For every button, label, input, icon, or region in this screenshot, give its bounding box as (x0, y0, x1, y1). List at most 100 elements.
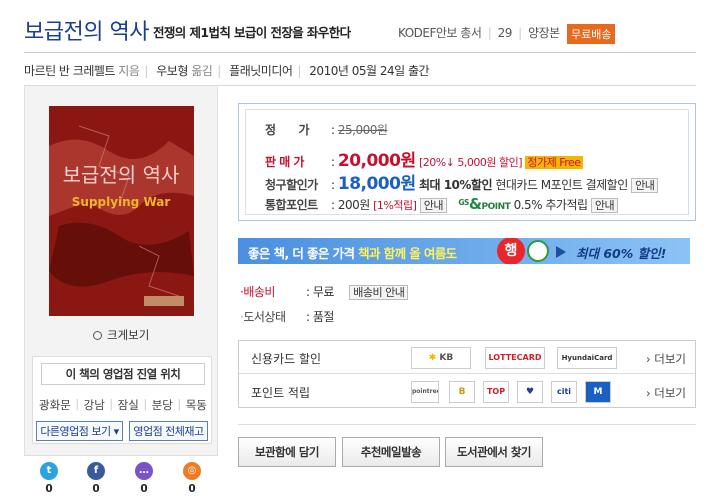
share-blog[interactable]: ◎ 0 (182, 462, 202, 495)
binding-type: 양장본 (528, 26, 560, 40)
store-location-header: 이 책의 영업점 진열 위치 (41, 363, 205, 385)
point-more-link[interactable]: › 더보기 (646, 385, 686, 401)
book-title: 보급전의 역사 (24, 20, 149, 45)
promo-banner[interactable]: 좋은 책, 더 좋은 가격 책과 함께 올 여름도 행 최대 60% 할인! (238, 238, 690, 264)
kb-card-logo: ✱ KB (411, 347, 471, 369)
banner-badge: 행 (497, 238, 525, 264)
billing-price-label: 청구할인가 (265, 178, 318, 192)
store-link[interactable]: 강남 (84, 397, 105, 413)
points-rate: [1%적립] (373, 199, 417, 212)
other-stores-select[interactable]: 다른영업점 보기 ▾ (36, 421, 123, 441)
share-count: 0 (188, 483, 196, 495)
store-list: 광화문 | 강남 | 잠실 | 분당 | 목동 (39, 397, 207, 413)
fixed-price-badge: 정가제 Free (525, 156, 583, 169)
free-shipping-badge: 무료배송 (567, 24, 616, 44)
chat-icon: … (135, 462, 153, 480)
shipping-label: 배송비 (243, 285, 275, 299)
billing-price: 18,000원 (337, 174, 416, 194)
top-point-logo: TOP (483, 381, 509, 403)
book-meta: 마르틴 반 크레펠트 지음 | 우보형 옮김 | 플래닛미디어 | 2010년 05월… (24, 64, 430, 78)
citi-logo: citi (551, 381, 577, 403)
shipping-guide-button[interactable]: 배송비 안내 (349, 285, 409, 300)
facebook-icon: f (87, 462, 105, 480)
points-guide-button[interactable]: 안내 (419, 198, 447, 213)
m-point-logo: M (585, 381, 611, 403)
heart-point-logo: ♥ (517, 381, 543, 403)
all-stock-button[interactable]: 영업점 전체재고 (129, 421, 208, 441)
status-value: 품절 (312, 310, 335, 324)
share-twitter[interactable]: t 0 (39, 462, 59, 495)
wishlist-button[interactable]: 보관함에 담기 (238, 437, 336, 467)
share-talk[interactable]: … 0 (134, 462, 154, 495)
pointree-logo: pointree (411, 381, 439, 403)
divider (24, 52, 696, 53)
magnifier-icon (93, 331, 102, 340)
status-label: 도서상태 (243, 310, 286, 324)
points-value: 200원 (337, 198, 370, 212)
series-info: KODEF안보 총서 | 29 | 양장본 (398, 26, 560, 40)
library-search-button[interactable]: 도서관에서 찾기 (445, 437, 543, 467)
point-accrual-row: 포인트 적립 pointree B TOP ♥ citi M › 더보기 (239, 375, 695, 408)
billing-note: 최대 10%할인 (418, 178, 493, 192)
divider (238, 424, 696, 425)
cover-art: 보급전의 역사 Supplying War (49, 106, 194, 316)
card-discount-row: 신용카드 할인 ✱ KB LOTTECARD HyundaiCard › 더보기 (239, 341, 695, 374)
author-link[interactable]: 마르틴 반 크레펠트 (24, 64, 115, 78)
share-bar: t 0 f 0 … 0 ◎ 0 (24, 455, 218, 500)
banner-emblem-icon (527, 240, 549, 262)
share-count: 0 (140, 483, 148, 495)
lotte-card-logo: LOTTECARD (485, 347, 545, 369)
points-label: 통합포인트 (265, 198, 318, 212)
sale-price-label: 판 매 가 (265, 155, 304, 169)
hyundai-card-logo: HyundaiCard (557, 347, 617, 369)
store-location-box: 이 책의 영업점 진열 위치 광화문 | 강남 | 잠실 | 분당 | 목동 다른영업점… (32, 356, 212, 444)
shipping-row: ·배송비: 무료 배송비 안내 (240, 283, 409, 300)
store-link[interactable]: 광화문 (39, 397, 71, 413)
cover-subtitle-text: Supplying War (72, 195, 171, 209)
status-row: ·도서상태: 품절 (240, 310, 335, 324)
store-link[interactable]: 목동 (186, 397, 207, 413)
point-accrual-label: 포인트 적립 (251, 386, 311, 400)
pub-date: 2010년 05월 24일 (309, 64, 405, 78)
share-facebook[interactable]: f 0 (86, 462, 106, 495)
book-subtitle: 전쟁의 제1법칙 보급이 전장을 좌우한다 (153, 25, 351, 40)
sale-price-row: 판 매 가: 20,000원 [20%↓ 5,000원 할인] 정가제 Free (265, 151, 583, 171)
price-box: 정 가: 25,000원 판 매 가: 20,000원 [20%↓ 5,000원… (238, 103, 696, 221)
payment-benefits: 신용카드 할인 ✱ KB LOTTECARD HyundaiCard › 더보기… (238, 340, 696, 408)
share-count: 0 (92, 483, 100, 495)
book-cover-image[interactable]: 보급전의 역사 Supplying War (49, 106, 194, 316)
translator-role: 옮김 (191, 64, 213, 78)
pub-suffix: 출간 (407, 64, 430, 78)
list-price-label: 정 가 (265, 123, 310, 137)
chevron-down-icon: ▾ (113, 425, 120, 438)
billing-price-row: 청구할인가: 18,000원 최대 10%할인 현대카드 M포인트 결제할인 안… (265, 169, 659, 194)
b-point-logo: B (449, 381, 475, 403)
store-link[interactable]: 잠실 (118, 397, 139, 413)
series-number: 29 (497, 26, 513, 40)
banner-text-mid: 책과 함께 올 여름도 (358, 246, 457, 261)
gs-point-rate: 0.5% 추가적립 (513, 198, 588, 212)
banner-text-pre: 좋은 책, 더 좋은 가격 (248, 246, 355, 261)
points-row: 통합포인트: 200원 [1%적립] 안내 GS&POINT 0.5% 추가적립… (265, 195, 619, 213)
shipping-value: 무료 (312, 285, 335, 299)
blog-icon: ◎ (183, 462, 201, 480)
store-link[interactable]: 분당 (152, 397, 173, 413)
cover-title-text: 보급전의 역사 (63, 163, 180, 187)
banner-discount-text: 최대 60% 할인! (576, 246, 667, 261)
author-role: 지음 (118, 64, 140, 78)
gs-guide-button[interactable]: 안내 (590, 198, 619, 213)
discount-text: [20%↓ 5,000원 할인] (418, 156, 523, 169)
list-price: 25,000원 (337, 123, 388, 137)
zoom-link[interactable]: 크게보기 (93, 327, 149, 343)
list-price-row: 정 가: 25,000원 (265, 123, 388, 137)
card-more-link[interactable]: › 더보기 (646, 351, 686, 367)
twitter-icon: t (40, 462, 58, 480)
recommend-mail-button[interactable]: 추천메일발송 (342, 437, 440, 467)
publisher-link[interactable]: 플래닛미디어 (229, 64, 293, 78)
translator-link[interactable]: 우보형 (156, 64, 188, 78)
share-count: 0 (45, 483, 53, 495)
billing-guide-button[interactable]: 안내 (631, 178, 659, 193)
series-name[interactable]: KODEF안보 총서 (398, 26, 482, 40)
sale-price: 20,000원 (337, 151, 416, 171)
arrow-right-icon (556, 246, 566, 258)
